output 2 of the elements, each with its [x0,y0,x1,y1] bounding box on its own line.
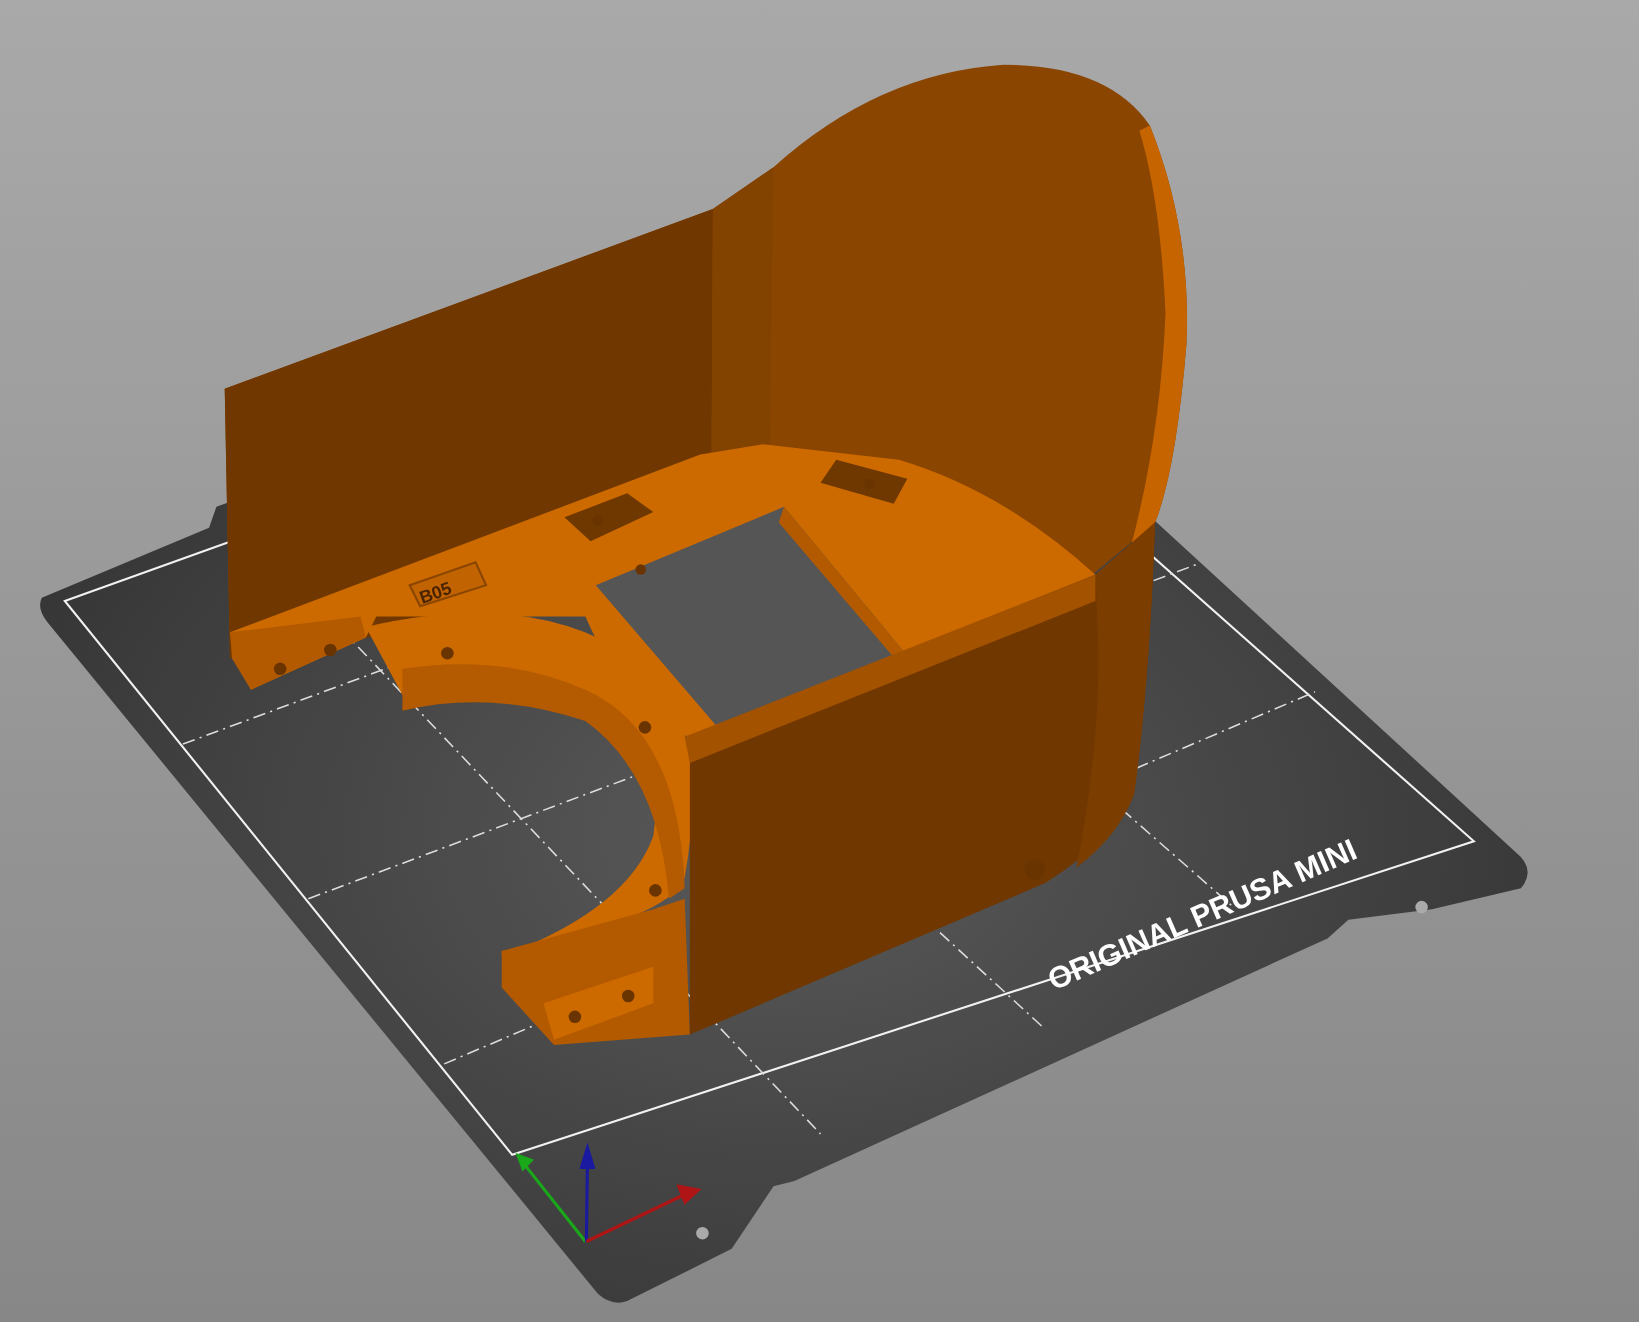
printed-part-drawing[interactable] [224,64,1187,1046]
embossed-label: B05 [416,577,455,608]
